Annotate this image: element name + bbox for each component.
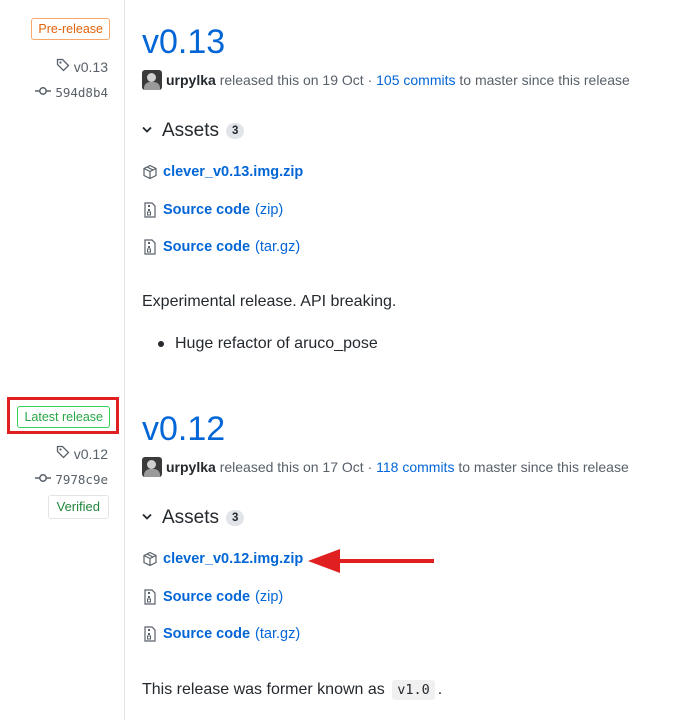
commits-link[interactable]: 118 commits bbox=[376, 459, 454, 475]
tag-name: v0.13 bbox=[73, 58, 108, 75]
asset-ext: (zip) bbox=[255, 589, 284, 605]
pre-release-badge: Pre-release bbox=[31, 18, 110, 40]
release-description: This release was former known as v1.0. bbox=[142, 680, 443, 700]
asset-name: Source code bbox=[163, 589, 251, 605]
verified-badge[interactable]: Verified bbox=[47, 495, 109, 519]
asset-name: clever_v0.13.img.zip bbox=[163, 164, 304, 180]
commits-suffix: to master since this release bbox=[459, 72, 630, 88]
asset-link-source-targz[interactable]: Source code (tar.gz) bbox=[142, 626, 300, 642]
asset-link-img-zip[interactable]: clever_v0.13.img.zip bbox=[142, 164, 303, 180]
commit-hash: 7978c9e bbox=[55, 472, 108, 487]
file-zip-icon bbox=[142, 202, 158, 218]
bullet-dot bbox=[158, 341, 164, 347]
release-byline: urpylka released this on 17 Oct · 118 co… bbox=[142, 457, 629, 477]
assets-count: 3 bbox=[226, 510, 245, 526]
avatar[interactable] bbox=[142, 457, 162, 477]
commit-link[interactable]: 7978c9e bbox=[35, 472, 108, 487]
assets-label: Assets bbox=[162, 507, 220, 528]
file-zip-icon bbox=[142, 626, 158, 642]
asset-ext: (tar.gz) bbox=[255, 626, 301, 642]
released-text: released this on 19 Oct · bbox=[219, 72, 373, 88]
highlight-box-annotation bbox=[7, 397, 119, 434]
assets-toggle[interactable]: Assets 3 bbox=[142, 120, 245, 142]
timeline-divider bbox=[124, 0, 125, 720]
asset-link-source-targz[interactable]: Source code (tar.gz) bbox=[142, 239, 300, 255]
release-byline: urpylka released this on 19 Oct · 105 co… bbox=[142, 70, 630, 90]
release-main: v0.13 urpylka released this on 19 Oct · … bbox=[142, 0, 682, 380]
asset-link-img-zip[interactable]: clever_v0.12.img.zip bbox=[142, 551, 303, 567]
description-prefix: This release was former known as bbox=[142, 681, 385, 698]
commit-link[interactable]: 594d8b4 bbox=[35, 85, 108, 100]
commits-link[interactable]: 105 commits bbox=[376, 72, 455, 88]
file-zip-icon bbox=[142, 589, 158, 605]
asset-link-source-zip[interactable]: Source code (zip) bbox=[142, 202, 283, 218]
author-link[interactable]: urpylka bbox=[166, 459, 216, 475]
assets-count: 3 bbox=[226, 123, 245, 139]
package-icon bbox=[142, 164, 158, 180]
release-title-link[interactable]: v0.13 bbox=[142, 22, 225, 62]
chevron-down-icon bbox=[142, 125, 152, 137]
chevron-down-icon bbox=[142, 512, 152, 524]
released-text: released this on 17 Oct · bbox=[219, 459, 373, 475]
red-arrow-annotation bbox=[308, 549, 434, 573]
release-description: Experimental release. API breaking. bbox=[142, 293, 397, 310]
assets-toggle[interactable]: Assets 3 bbox=[142, 507, 245, 529]
inline-code: v1.0 bbox=[392, 680, 435, 700]
asset-ext: (zip) bbox=[255, 202, 284, 218]
tag-link[interactable]: v0.12 bbox=[56, 445, 108, 462]
package-icon bbox=[142, 551, 158, 567]
commit-icon bbox=[35, 85, 52, 100]
description-suffix: . bbox=[437, 681, 443, 698]
release-title-link[interactable]: v0.12 bbox=[142, 409, 225, 449]
commits-suffix: to master since this release bbox=[458, 459, 629, 475]
tag-icon bbox=[56, 58, 70, 75]
author-link[interactable]: urpylka bbox=[166, 72, 216, 88]
file-zip-icon bbox=[142, 239, 158, 255]
tag-link[interactable]: v0.13 bbox=[56, 58, 108, 75]
tag-icon bbox=[56, 445, 70, 462]
asset-name: Source code bbox=[163, 239, 251, 255]
asset-link-source-zip[interactable]: Source code (zip) bbox=[142, 589, 283, 605]
asset-name: Source code bbox=[163, 626, 251, 642]
assets-label: Assets bbox=[162, 120, 220, 141]
release-sidebar: Pre-release v0.13 594d8b4 bbox=[0, 0, 110, 110]
asset-name: clever_v0.12.img.zip bbox=[163, 551, 304, 567]
asset-ext: (tar.gz) bbox=[255, 239, 301, 255]
list-item: Huge refactor of aruco_pose bbox=[158, 335, 378, 353]
asset-name: Source code bbox=[163, 202, 251, 218]
tag-name: v0.12 bbox=[73, 445, 108, 462]
avatar[interactable] bbox=[142, 70, 162, 90]
commit-icon bbox=[35, 472, 52, 487]
list-item-text: Huge refactor of aruco_pose bbox=[175, 335, 378, 352]
commit-hash: 594d8b4 bbox=[55, 85, 108, 100]
